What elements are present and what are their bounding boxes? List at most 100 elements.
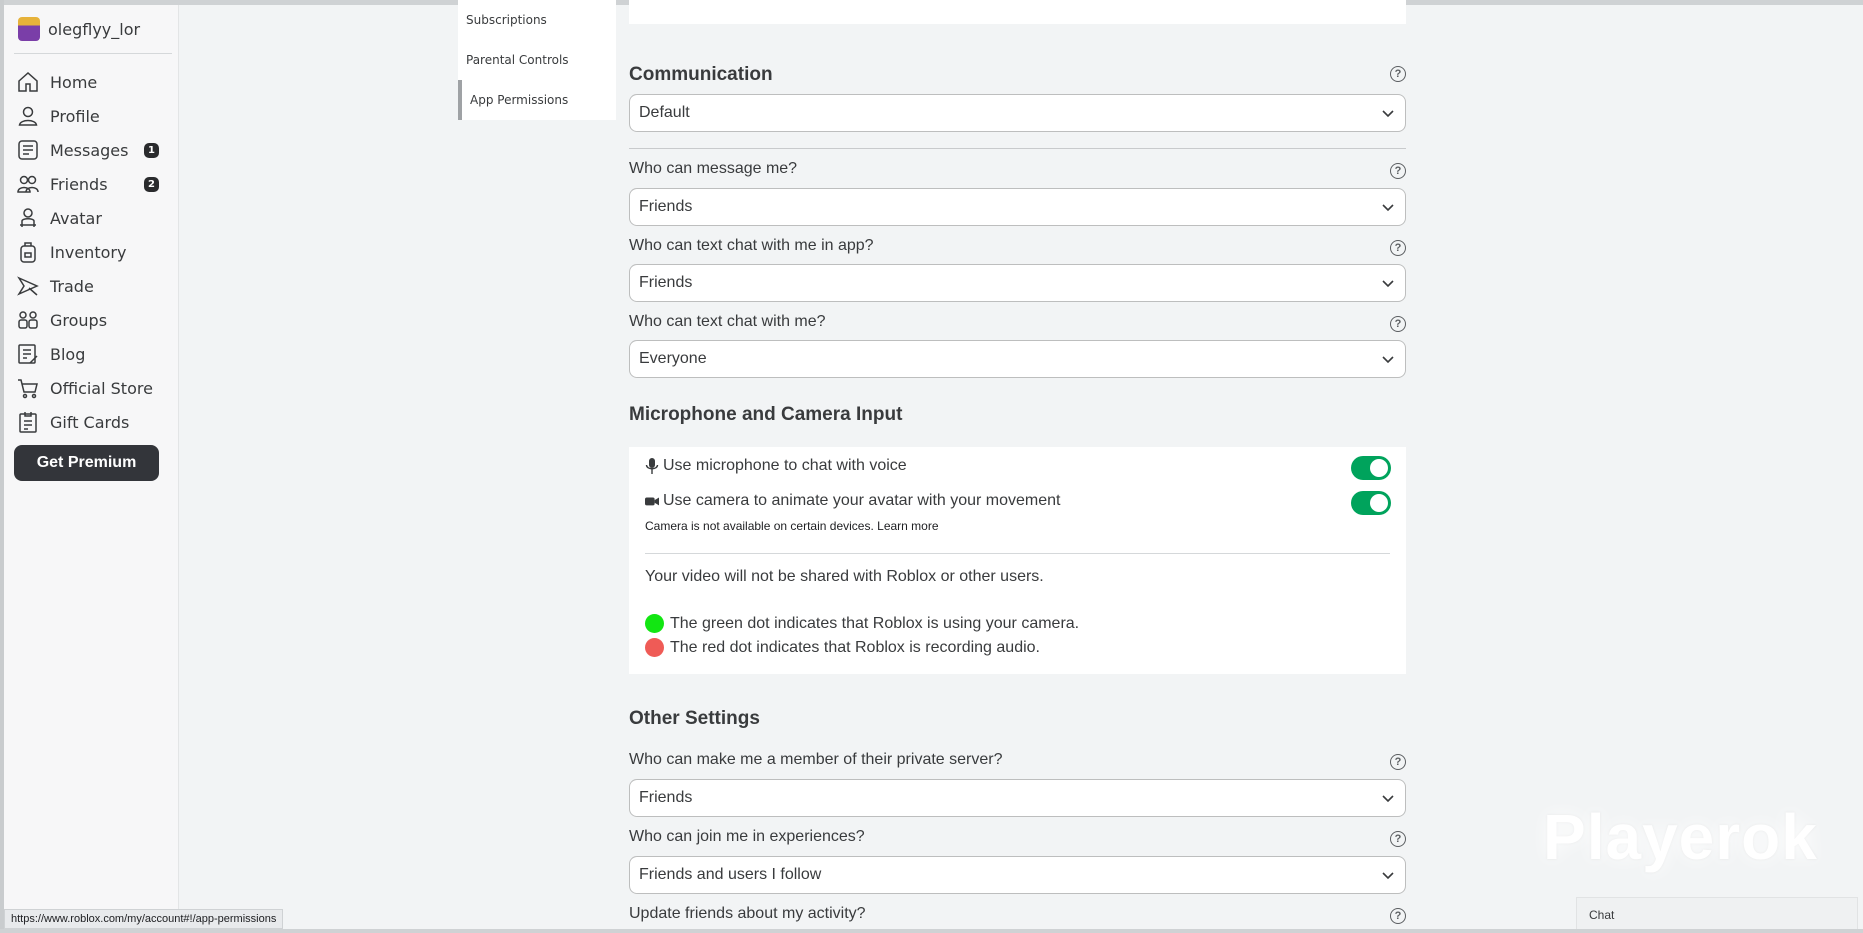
username: olegflyy_lor (48, 19, 141, 39)
nav-item-avatar[interactable]: Avatar (4, 201, 179, 235)
message-label: Who can message me? (629, 160, 798, 177)
chevron-down-icon (1381, 868, 1395, 882)
nav-item-home[interactable]: Home (4, 65, 179, 99)
nav-item-trade[interactable]: Trade (4, 269, 179, 303)
help-icon[interactable]: ? (1390, 163, 1406, 179)
nav-label: Blog (50, 344, 86, 364)
store-icon (18, 379, 38, 399)
camera-toggle[interactable] (1351, 491, 1391, 515)
select-value: Friends (639, 198, 693, 215)
nav-item-blog[interactable]: Blog (4, 337, 179, 371)
red-dot-icon (645, 638, 664, 657)
join-experiences-select[interactable]: Friends and users I follow (629, 856, 1406, 894)
text-chat-label: Who can text chat with me? (629, 313, 826, 330)
nav-label: Avatar (50, 208, 102, 228)
text-chat-select[interactable]: Everyone (629, 340, 1406, 378)
nav-item-friends[interactable]: Friends 2 (4, 167, 179, 201)
select-value: Friends and users I follow (639, 866, 822, 883)
trade-icon (17, 276, 39, 296)
nav-item-messages[interactable]: Messages 1 (4, 133, 179, 167)
left-navigation: olegflyy_lor Home Profile Messages 1 Fri… (4, 5, 179, 929)
nav-label: Profile (50, 106, 100, 126)
blog-icon (18, 344, 38, 364)
gift-card-icon (19, 412, 37, 433)
camera-note-text: Camera is not available on certain devic… (645, 519, 874, 533)
get-premium-button[interactable]: Get Premium (14, 445, 159, 481)
chevron-down-icon (1381, 276, 1395, 290)
friends-icon (17, 175, 39, 193)
camera-icon (645, 497, 659, 506)
nav-label: Gift Cards (50, 412, 130, 432)
communication-preset-select[interactable]: Default (629, 94, 1406, 132)
inventory-icon (20, 242, 36, 263)
nav-item-profile[interactable]: Profile (4, 99, 179, 133)
select-value: Everyone (639, 350, 707, 367)
menu-item-app-permissions[interactable]: App Permissions (458, 80, 616, 120)
user-profile-link[interactable]: olegflyy_lor (18, 17, 140, 41)
green-dot-row: The green dot indicates that Roblox is u… (645, 614, 1079, 633)
nav-label: Inventory (50, 242, 127, 262)
select-value: Friends (639, 789, 693, 806)
menu-item-parental-controls[interactable]: Parental Controls (458, 40, 616, 80)
nav-label: Messages (50, 140, 129, 160)
window-bottom-border (0, 929, 1863, 933)
chevron-down-icon (1381, 106, 1395, 120)
profile-icon (18, 106, 38, 126)
nav-list: Home Profile Messages 1 Friends 2 Avatar… (4, 65, 179, 439)
mic-row: Use microphone to chat with voice (645, 457, 907, 475)
video-privacy-note: Your video will not be shared with Roblo… (645, 568, 1044, 585)
nav-label: Friends (50, 174, 108, 194)
user-avatar (18, 17, 40, 41)
chevron-down-icon (1381, 200, 1395, 214)
help-icon[interactable]: ? (1390, 316, 1406, 332)
communication-title: Communication (629, 64, 773, 85)
help-icon[interactable]: ? (1390, 908, 1406, 924)
camera-availability-note: Camera is not available on certain devic… (645, 519, 939, 533)
menu-item-subscriptions[interactable]: Subscriptions (458, 0, 616, 40)
mic-label: Use microphone to chat with voice (663, 457, 907, 474)
previous-card (629, 0, 1406, 24)
account-settings-menu: Subscriptions Parental Controls App Perm… (458, 0, 616, 120)
nav-item-gift-cards[interactable]: Gift Cards (4, 405, 179, 439)
red-dot-row: The red dot indicates that Roblox is rec… (645, 638, 1040, 657)
private-server-select[interactable]: Friends (629, 779, 1406, 817)
who-can-message-select[interactable]: Friends (629, 188, 1406, 226)
nav-item-official-store[interactable]: Official Store (4, 371, 179, 405)
text-chat-app-label: Who can text chat with me in app? (629, 237, 874, 254)
help-icon[interactable]: ? (1390, 754, 1406, 770)
messages-icon (18, 140, 38, 160)
red-dot-text: The red dot indicates that Roblox is rec… (670, 638, 1040, 656)
join-experiences-label: Who can join me in experiences? (629, 828, 865, 845)
microphone-icon (645, 458, 659, 474)
status-bar-url: https://www.roblox.com/my/account#!/app-… (4, 909, 284, 929)
nav-label: Home (50, 72, 98, 92)
mic-toggle[interactable] (1351, 456, 1391, 480)
help-icon[interactable]: ? (1390, 66, 1406, 82)
green-dot-icon (645, 614, 664, 633)
other-settings-title: Other Settings (629, 708, 760, 729)
select-value: Default (639, 104, 690, 121)
chevron-down-icon (1381, 352, 1395, 366)
groups-icon (18, 311, 38, 329)
playerok-watermark: Playerok (1543, 801, 1818, 873)
learn-more-link[interactable]: Learn more (877, 519, 938, 533)
text-chat-app-select[interactable]: Friends (629, 264, 1406, 302)
green-dot-text: The green dot indicates that Roblox is u… (670, 614, 1080, 632)
section-divider (629, 148, 1406, 149)
chevron-down-icon (1381, 791, 1395, 805)
nav-item-groups[interactable]: Groups (4, 303, 179, 337)
help-icon[interactable]: ? (1390, 240, 1406, 256)
camera-row: Use camera to animate your avatar with y… (645, 492, 1061, 510)
avatar-icon (20, 208, 36, 227)
private-server-label: Who can make me a member of their privat… (629, 751, 1003, 768)
messages-badge: 1 (144, 143, 159, 158)
nav-label: Official Store (50, 378, 153, 398)
camera-label: Use camera to animate your avatar with y… (663, 492, 1061, 509)
nav-item-inventory[interactable]: Inventory (4, 235, 179, 269)
nav-divider (14, 53, 172, 54)
friends-badge: 2 (144, 177, 159, 192)
chat-bar[interactable]: Chat (1576, 897, 1858, 931)
nav-label: Groups (50, 310, 108, 330)
home-icon (18, 71, 38, 92)
help-icon[interactable]: ? (1390, 831, 1406, 847)
